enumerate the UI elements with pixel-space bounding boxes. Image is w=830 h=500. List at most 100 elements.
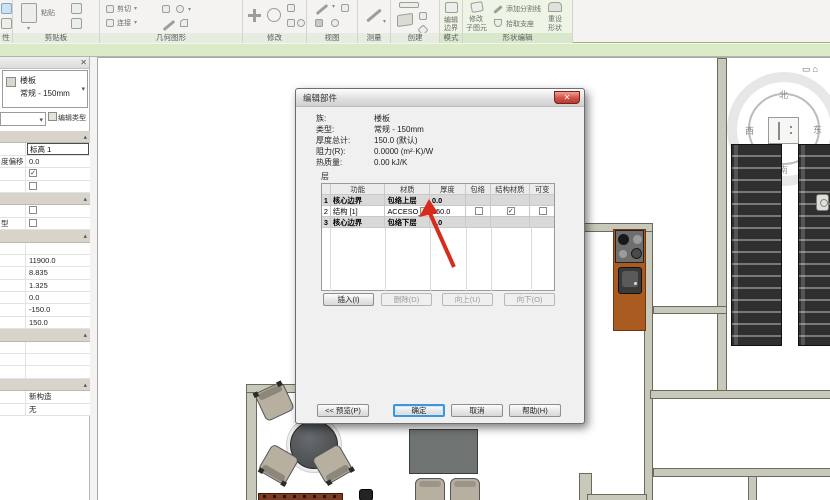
checkbox[interactable] xyxy=(29,206,37,214)
measure-dropdown-icon[interactable]: ▾ xyxy=(383,18,386,25)
legend-icon[interactable] xyxy=(399,2,419,8)
ok-button[interactable]: 确定 xyxy=(393,404,445,417)
viewcube-east[interactable]: 东 xyxy=(813,123,822,136)
island-chair-1[interactable] xyxy=(415,478,445,500)
layer-row-3[interactable]: 3 核心边界 包络下层 0.0 xyxy=(322,217,554,228)
split-icon[interactable] xyxy=(163,20,176,31)
cope-icon[interactable] xyxy=(162,5,170,13)
move-icon[interactable] xyxy=(248,9,261,22)
property-row[interactable]: 0.0 xyxy=(0,292,90,304)
reset-shape-icon[interactable] xyxy=(548,2,562,12)
group-icon[interactable] xyxy=(419,12,427,20)
collapse-icon[interactable]: ▴ xyxy=(83,331,87,339)
property-row-volume[interactable]: 1.325 xyxy=(0,280,90,292)
join-dropdown-icon[interactable]: ▾ xyxy=(134,19,137,26)
type-selector[interactable]: 楼板 常规 - 150mm ▾ xyxy=(2,70,88,108)
edit-boundary-label-2[interactable]: 边界 xyxy=(444,23,458,33)
viewcube-north[interactable]: 北 xyxy=(779,88,788,101)
wall-vertical-main[interactable] xyxy=(717,58,727,391)
pick-supports-label[interactable]: 拾取支座 xyxy=(506,19,534,29)
property-row-room-bounding[interactable]: ✓ xyxy=(0,168,90,180)
checkbox-checked[interactable]: ✓ xyxy=(29,169,37,177)
property-row-height-offset[interactable]: 度偏移0.0 xyxy=(0,156,90,168)
join-icon[interactable] xyxy=(106,19,114,27)
small-appliance[interactable] xyxy=(359,489,373,500)
delete-button[interactable]: 删除(D) xyxy=(381,293,432,306)
measure-icon[interactable] xyxy=(366,9,382,23)
edit-type-button[interactable]: 编辑类型 xyxy=(48,112,90,126)
offset-icon[interactable] xyxy=(297,19,305,27)
hide-icon[interactable] xyxy=(341,4,349,12)
viewcube-top-face[interactable] xyxy=(768,117,799,144)
navbar-dash-icon[interactable]: ▭ xyxy=(802,64,813,74)
edit-boundary-icon[interactable] xyxy=(445,2,458,13)
property-row[interactable]: 型 xyxy=(0,218,90,230)
checkbox[interactable] xyxy=(29,219,37,227)
wall-dining-left[interactable] xyxy=(246,384,257,500)
paste-dropdown-icon[interactable]: ▾ xyxy=(27,25,30,32)
reset-shape-label-2[interactable]: 形状 xyxy=(548,23,562,33)
property-row[interactable] xyxy=(0,205,90,217)
paste-label[interactable]: 粘贴 xyxy=(41,8,55,18)
help-button[interactable]: 帮助(H) xyxy=(509,404,561,417)
trim-icon[interactable] xyxy=(287,19,295,27)
add-split-line-label[interactable]: 添加分割线 xyxy=(506,4,541,14)
property-row-phase-created[interactable]: 新构造 xyxy=(0,391,90,403)
rotate-icon[interactable] xyxy=(267,8,281,22)
layer-row-2[interactable]: 2 结构 [1] ACCESO_BL/… 150.0 ✓ xyxy=(322,206,554,217)
material-browse-button[interactable]: … xyxy=(420,207,429,215)
isolate-icon[interactable] xyxy=(315,19,323,27)
fixture-symbol[interactable] xyxy=(816,194,829,211)
cancel-button[interactable]: 取消 xyxy=(451,404,503,417)
viewcube-west[interactable]: 西 xyxy=(745,124,754,137)
paste-icon[interactable] xyxy=(21,3,37,23)
nav-bar-icons[interactable]: ▭⌂ xyxy=(802,64,820,75)
dialog-close-button[interactable]: ✕ xyxy=(554,91,580,104)
paint-dropdown-icon[interactable]: ▾ xyxy=(188,6,191,13)
up-button[interactable]: 向上(U) xyxy=(442,293,493,306)
collapse-icon[interactable]: ▴ xyxy=(83,381,87,389)
copy-icon[interactable] xyxy=(71,3,82,14)
home-icon[interactable]: ⌂ xyxy=(813,64,820,74)
reveal-icon[interactable] xyxy=(331,19,339,27)
property-row-phase-demolished[interactable]: 无 xyxy=(0,404,90,416)
type-selector-dropdown-icon[interactable]: ▾ xyxy=(81,85,85,93)
property-row-area[interactable]: 8.835 xyxy=(0,267,90,279)
create-similar-icon[interactable] xyxy=(397,13,413,27)
wall-horizontal-mid[interactable] xyxy=(653,306,727,314)
level-value-editbox[interactable]: 标高 1 xyxy=(27,143,89,155)
properties-close-icon[interactable]: ✕ xyxy=(80,58,87,68)
add-split-line-icon[interactable] xyxy=(493,5,503,14)
view-dropdown-icon[interactable]: ▾ xyxy=(332,3,335,10)
property-section-header[interactable]: ▴ xyxy=(0,131,90,143)
layer-row-1[interactable]: 1 核心边界 包络上层 0.0 xyxy=(322,195,554,206)
cut-label[interactable]: 剪切 xyxy=(117,4,131,14)
variable-checkbox[interactable] xyxy=(539,207,547,215)
paint-icon[interactable] xyxy=(176,5,184,13)
modify-sub-elements-icon[interactable] xyxy=(470,1,484,13)
property-row[interactable] xyxy=(0,243,90,255)
collapse-icon[interactable]: ▴ xyxy=(83,133,87,141)
dialog-title-bar[interactable]: 编辑部件 ✕ xyxy=(296,89,584,107)
collapse-icon[interactable]: ▴ xyxy=(83,232,87,240)
property-section-header[interactable]: ▴ xyxy=(0,193,90,205)
property-row[interactable] xyxy=(0,181,90,193)
structural-material-checkbox[interactable]: ✓ xyxy=(507,207,515,215)
down-button[interactable]: 向下(O) xyxy=(504,293,555,306)
checkbox[interactable] xyxy=(29,182,37,190)
cut-dropdown-icon[interactable]: ▾ xyxy=(134,5,137,12)
modify-sub-elements-label-2[interactable]: 子图元 xyxy=(466,23,487,33)
kitchen-sink[interactable] xyxy=(618,267,642,294)
wall-horizontal-bottom[interactable] xyxy=(653,468,830,477)
sideboard[interactable] xyxy=(258,493,343,500)
align-icon[interactable] xyxy=(287,4,295,12)
island-chair-2[interactable] xyxy=(450,478,480,500)
property-row-thickness[interactable]: 150.0 xyxy=(0,317,90,329)
property-section-header[interactable]: ▴ xyxy=(0,329,90,341)
properties-icon-2[interactable] xyxy=(1,18,12,29)
property-row[interactable] xyxy=(0,366,90,378)
property-row-perimeter[interactable]: 11900.0 xyxy=(0,255,90,267)
collapse-icon[interactable]: ▴ xyxy=(83,195,87,203)
properties-icon[interactable] xyxy=(1,3,12,14)
stair-run-left[interactable] xyxy=(731,144,782,346)
